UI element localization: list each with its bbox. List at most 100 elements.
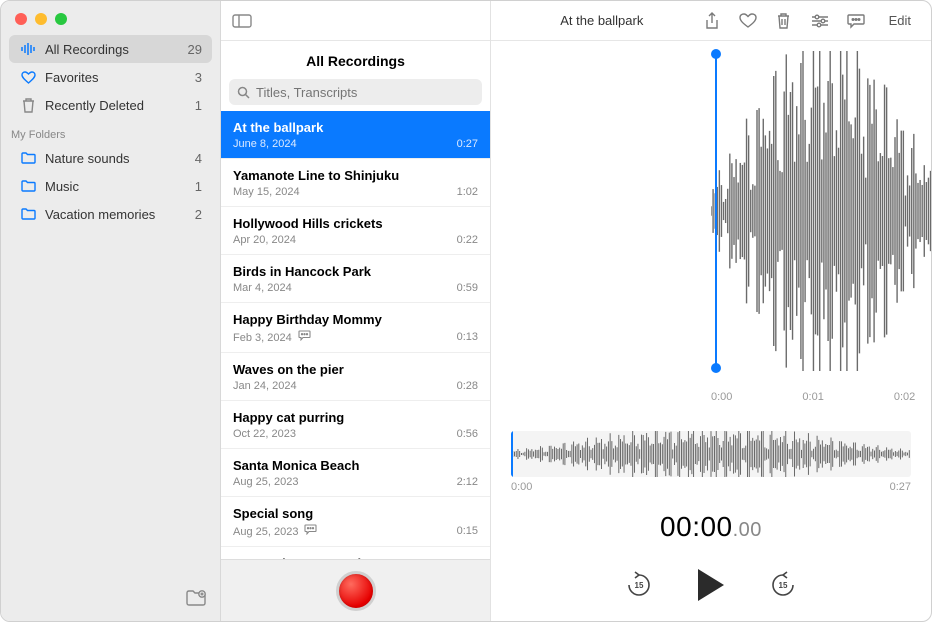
sidebar-item-label: Recently Deleted <box>45 98 144 113</box>
ruler-tick: 0:01 <box>802 391 823 403</box>
search-icon <box>237 86 250 99</box>
recording-title: At the ballpark <box>233 120 478 135</box>
recording-title: Yamanote Line to Shinjuku <box>233 168 478 183</box>
trim-line[interactable] <box>715 56 717 366</box>
recording-title: At the ballpark <box>503 13 701 28</box>
sidebar-item-count: 1 <box>195 98 202 113</box>
recording-row[interactable]: Birds in Hancock Park Mar 4, 2024 0:59 <box>221 255 490 303</box>
sidebar-item-recently-deleted[interactable]: Recently Deleted 1 <box>9 91 212 119</box>
recording-duration: 1:02 <box>457 186 478 198</box>
recording-date: May 15, 2024 <box>233 186 300 198</box>
recording-title: Happy cat purring <box>233 410 478 425</box>
recording-row[interactable]: Santa Monica Beach Aug 25, 2023 2:12 <box>221 449 490 497</box>
folder-icon <box>19 180 37 192</box>
sidebar: All Recordings 29 Favorites 3 Recently Delet… <box>1 1 221 621</box>
waveform-icon <box>19 43 37 55</box>
recording-row[interactable]: Parrots in Buenos Aires <box>221 547 490 559</box>
search-field[interactable] <box>229 79 482 105</box>
recording-duration: 0:56 <box>457 428 478 440</box>
recording-row[interactable]: Happy Birthday Mommy Feb 3, 2024 0:13 <box>221 303 490 353</box>
share-button[interactable] <box>701 10 723 32</box>
close-window-button[interactable] <box>15 13 27 25</box>
current-time-display: 00:00.00 <box>491 511 931 543</box>
ruler-tick: 0:02 <box>894 391 915 403</box>
waveform-large <box>711 51 931 371</box>
recording-row[interactable]: Waves on the pier Jan 24, 2024 0:28 <box>221 353 490 401</box>
delete-button[interactable] <box>773 10 795 32</box>
overview-start-time: 0:00 <box>511 481 532 493</box>
sidebar-folder-vacation-memories[interactable]: Vacation memories2 <box>9 200 212 228</box>
favorite-button[interactable] <box>737 10 759 32</box>
recording-date: June 8, 2024 <box>233 138 297 150</box>
skip-forward-button[interactable]: 15 <box>768 570 798 600</box>
recording-date: Feb 3, 2024 <box>233 330 311 344</box>
recording-row[interactable]: Yamanote Line to Shinjuku May 15, 2024 1:0… <box>221 159 490 207</box>
toggle-sidebar-button[interactable] <box>229 11 255 31</box>
recording-duration: 2:12 <box>457 476 478 488</box>
sidebar-folder-nature-sounds[interactable]: Nature sounds 4 <box>9 144 212 172</box>
recording-duration: 0:13 <box>457 331 478 343</box>
sidebar-item-count: 1 <box>195 179 202 194</box>
sidebar-item-label: All Recordings <box>45 42 129 57</box>
recording-date: Oct 22, 2023 <box>233 428 296 440</box>
sidebar-item-label: Favorites <box>45 70 98 85</box>
recordings-column: All Recordings At the ballparkJune 8, 20… <box>221 1 491 621</box>
playhead[interactable] <box>511 431 513 477</box>
recording-date: Mar 4, 2024 <box>233 282 292 294</box>
new-folder-button[interactable] <box>186 590 206 611</box>
sidebar-folder-music[interactable]: Music 1 <box>9 172 212 200</box>
sidebar-item-label: Nature sounds <box>45 151 130 166</box>
trash-icon <box>776 12 791 29</box>
recording-date: Jan 24, 2024 <box>233 380 297 392</box>
recording-date: Apr 20, 2024 <box>233 234 296 246</box>
detail-pane: At the ballpark Edit 0:00 0:01 0:02 <box>491 1 931 621</box>
transcript-button[interactable] <box>845 10 867 32</box>
sliders-icon <box>811 14 829 28</box>
recording-duration: 0:27 <box>457 138 478 150</box>
recording-title: Happy Birthday Mommy <box>233 312 478 327</box>
app-window: All Recordings 29 Favorites 3 Recently Delet… <box>0 0 932 622</box>
recording-duration: 0:22 <box>457 234 478 246</box>
recording-row[interactable]: Happy cat purring Oct 22, 2023 0:56 <box>221 401 490 449</box>
recording-title: Santa Monica Beach <box>233 458 478 473</box>
sidebar-icon <box>232 14 252 28</box>
sidebar-item-favorites[interactable]: Favorites 3 <box>9 63 212 91</box>
sidebar-item-all-recordings[interactable]: All Recordings 29 <box>9 35 212 63</box>
fullscreen-window-button[interactable] <box>55 13 67 25</box>
sidebar-item-count: 4 <box>195 151 202 166</box>
folder-icon <box>19 208 37 220</box>
sidebar-item-count: 29 <box>188 42 202 57</box>
folder-icon <box>19 152 37 164</box>
record-button[interactable] <box>336 571 376 611</box>
recording-title: Hollywood Hills crickets <box>233 216 478 231</box>
recording-date: Aug 25, 2023 <box>233 524 317 538</box>
trash-icon <box>19 98 37 113</box>
waveform-overview[interactable] <box>511 431 911 477</box>
share-icon <box>704 12 720 30</box>
edit-button[interactable]: Edit <box>881 11 919 30</box>
speech-bubble-icon <box>847 13 865 29</box>
recording-duration: 0:59 <box>457 282 478 294</box>
recording-date: Aug 25, 2023 <box>233 476 298 488</box>
recording-title: Birds in Hancock Park <box>233 264 478 279</box>
recording-row[interactable]: Hollywood Hills crickets Apr 20, 2024 0:22 <box>221 207 490 255</box>
options-button[interactable] <box>809 10 831 32</box>
overview-end-time: 0:27 <box>890 481 911 493</box>
window-controls <box>1 1 220 35</box>
skip-back-button[interactable]: 15 <box>624 570 654 600</box>
recording-row[interactable]: Special songAug 25, 20230:15 <box>221 497 490 547</box>
recording-title: Waves on the pier <box>233 362 478 377</box>
sidebar-item-count: 3 <box>195 70 202 85</box>
toolbar: At the ballpark Edit <box>491 1 931 41</box>
recordings-list: At the ballpark June 8, 2024 0:27 Yamanote … <box>221 111 490 559</box>
recording-row[interactable]: At the ballpark June 8, 2024 0:27 <box>221 111 490 159</box>
new-folder-icon <box>186 590 206 606</box>
search-input[interactable] <box>256 85 474 100</box>
minimize-window-button[interactable] <box>35 13 47 25</box>
recording-duration: 0:15 <box>457 525 478 537</box>
sidebar-item-label: Music <box>45 179 79 194</box>
trim-handle-bottom[interactable] <box>711 363 721 373</box>
recording-duration: 0:28 <box>457 380 478 392</box>
waveform-editor[interactable]: 0:000:010:02 <box>491 41 931 431</box>
play-button[interactable] <box>698 569 724 601</box>
